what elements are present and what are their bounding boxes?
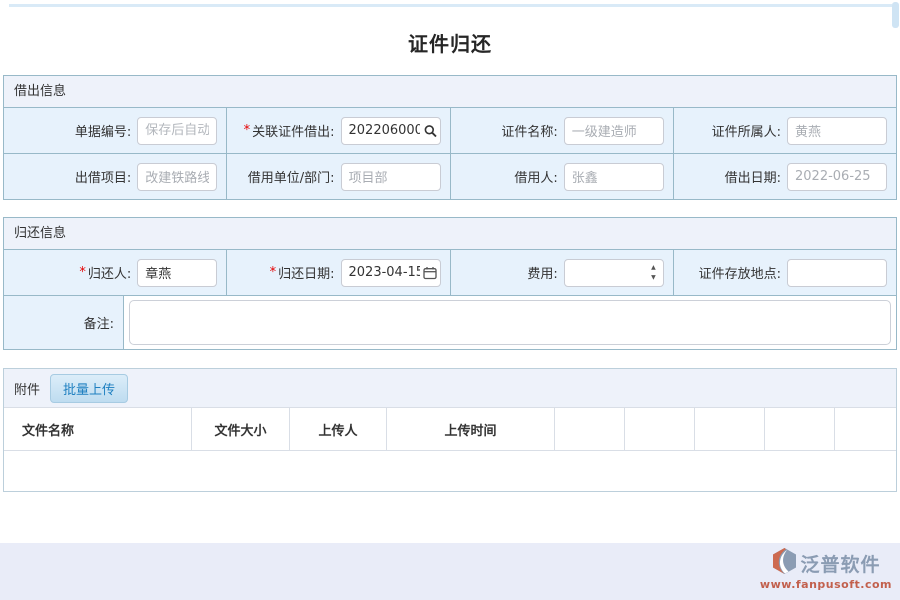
col-header-empty-3 bbox=[694, 408, 764, 450]
cert-owner-label: 证件所属人: bbox=[712, 121, 781, 140]
field-related-cert-lend: * 关联证件借出: bbox=[226, 108, 449, 153]
col-header-upload-time: 上传时间 bbox=[386, 408, 554, 450]
return-row-1: * 归还人: * 归还日期: 费用: bbox=[4, 250, 896, 295]
field-borrow-dept: 借用单位/部门: bbox=[226, 154, 449, 199]
field-return-date: * 归还日期: bbox=[226, 250, 449, 295]
storage-location-label: 证件存放地点: bbox=[699, 263, 781, 282]
required-mark: * bbox=[244, 123, 251, 138]
field-cert-name: 证件名称: bbox=[450, 108, 673, 153]
footer-strip: 泛普软件 www.fanpusoft.com bbox=[0, 543, 900, 600]
field-document-number: 单据编号: bbox=[4, 108, 226, 153]
col-header-filesize: 文件大小 bbox=[191, 408, 289, 450]
borrower-label: 借用人: bbox=[514, 167, 557, 186]
lend-date-input[interactable] bbox=[787, 163, 887, 191]
field-returner: * 归还人: bbox=[4, 250, 226, 295]
cert-owner-input[interactable] bbox=[787, 117, 887, 145]
field-lend-date: 借出日期: bbox=[673, 154, 896, 199]
lend-project-input[interactable] bbox=[137, 163, 217, 191]
vendor-logo-icon bbox=[771, 547, 798, 579]
field-fee: 费用: ▲ ▼ bbox=[450, 250, 673, 295]
col-header-filename: 文件名称 bbox=[4, 408, 191, 450]
related-cert-lend-wrap bbox=[341, 117, 441, 145]
field-storage-location: 证件存放地点: bbox=[673, 250, 896, 295]
field-cert-owner: 证件所属人: bbox=[673, 108, 896, 153]
lend-info-section: 借出信息 单据编号: * 关联证件借出: 证件名称: 证件 bbox=[3, 75, 897, 200]
remark-label: 备注: bbox=[4, 296, 124, 349]
related-cert-lend-label: 关联证件借出: bbox=[252, 121, 334, 140]
storage-location-input[interactable] bbox=[787, 259, 887, 287]
stepper-down-icon[interactable]: ▼ bbox=[651, 275, 656, 281]
col-header-empty-4 bbox=[764, 408, 834, 450]
col-header-empty-2 bbox=[624, 408, 694, 450]
attachments-section: 附件 批量上传 文件名称 文件大小 上传人 上传时间 bbox=[3, 368, 897, 492]
cert-name-input[interactable] bbox=[564, 117, 664, 145]
lend-project-label: 出借项目: bbox=[75, 167, 131, 186]
returner-input[interactable] bbox=[137, 259, 217, 287]
col-header-uploader: 上传人 bbox=[289, 408, 386, 450]
attachments-table-body bbox=[4, 451, 896, 491]
borrow-dept-label: 借用单位/部门: bbox=[248, 167, 335, 186]
return-date-label: 归还日期: bbox=[278, 263, 334, 282]
remark-row: 备注: bbox=[4, 295, 896, 349]
batch-upload-button[interactable]: 批量上传 bbox=[50, 374, 128, 403]
col-header-empty-1 bbox=[554, 408, 624, 450]
return-info-header: 归还信息 bbox=[4, 218, 896, 250]
lend-date-label: 借出日期: bbox=[725, 167, 781, 186]
stepper-up-icon[interactable]: ▲ bbox=[651, 265, 656, 271]
field-borrower: 借用人: bbox=[450, 154, 673, 199]
top-divider-line bbox=[9, 4, 892, 7]
lend-row-2: 出借项目: 借用单位/部门: 借用人: 借出日期: bbox=[4, 153, 896, 199]
vendor-logo: 泛普软件 www.fanpusoft.com bbox=[760, 547, 892, 591]
document-number-input[interactable] bbox=[137, 117, 217, 145]
return-date-wrap bbox=[341, 259, 441, 287]
borrower-input[interactable] bbox=[564, 163, 664, 191]
cert-name-label: 证件名称: bbox=[501, 121, 557, 140]
fee-label: 费用: bbox=[527, 263, 557, 282]
vendor-name: 泛普软件 bbox=[800, 550, 880, 577]
required-mark: * bbox=[79, 265, 86, 280]
lend-row-1: 单据编号: * 关联证件借出: 证件名称: 证件所属人: bbox=[4, 108, 896, 153]
page-title: 证件归还 bbox=[0, 28, 900, 57]
lend-info-header: 借出信息 bbox=[4, 76, 896, 108]
fee-input[interactable] bbox=[564, 259, 664, 287]
fee-wrap: ▲ ▼ bbox=[564, 259, 664, 287]
remark-area bbox=[124, 296, 896, 349]
return-info-section: 归还信息 * 归还人: * 归还日期: bbox=[3, 217, 897, 350]
fee-stepper[interactable]: ▲ ▼ bbox=[651, 265, 656, 281]
returner-label: 归还人: bbox=[88, 263, 131, 282]
search-icon[interactable] bbox=[424, 124, 437, 137]
field-lend-project: 出借项目: bbox=[4, 154, 226, 199]
calendar-icon[interactable] bbox=[423, 266, 437, 279]
required-mark: * bbox=[270, 265, 277, 280]
attachments-table-header: 文件名称 文件大小 上传人 上传时间 bbox=[4, 408, 896, 451]
scrollbar-thumb[interactable] bbox=[892, 2, 899, 28]
borrow-dept-input[interactable] bbox=[341, 163, 441, 191]
document-number-label: 单据编号: bbox=[75, 121, 131, 140]
col-header-empty-5 bbox=[834, 408, 896, 450]
attachments-header: 附件 批量上传 bbox=[4, 369, 896, 408]
remark-textarea[interactable] bbox=[129, 300, 891, 345]
vendor-website: www.fanpusoft.com bbox=[760, 578, 892, 591]
attachments-title: 附件 bbox=[14, 379, 40, 398]
